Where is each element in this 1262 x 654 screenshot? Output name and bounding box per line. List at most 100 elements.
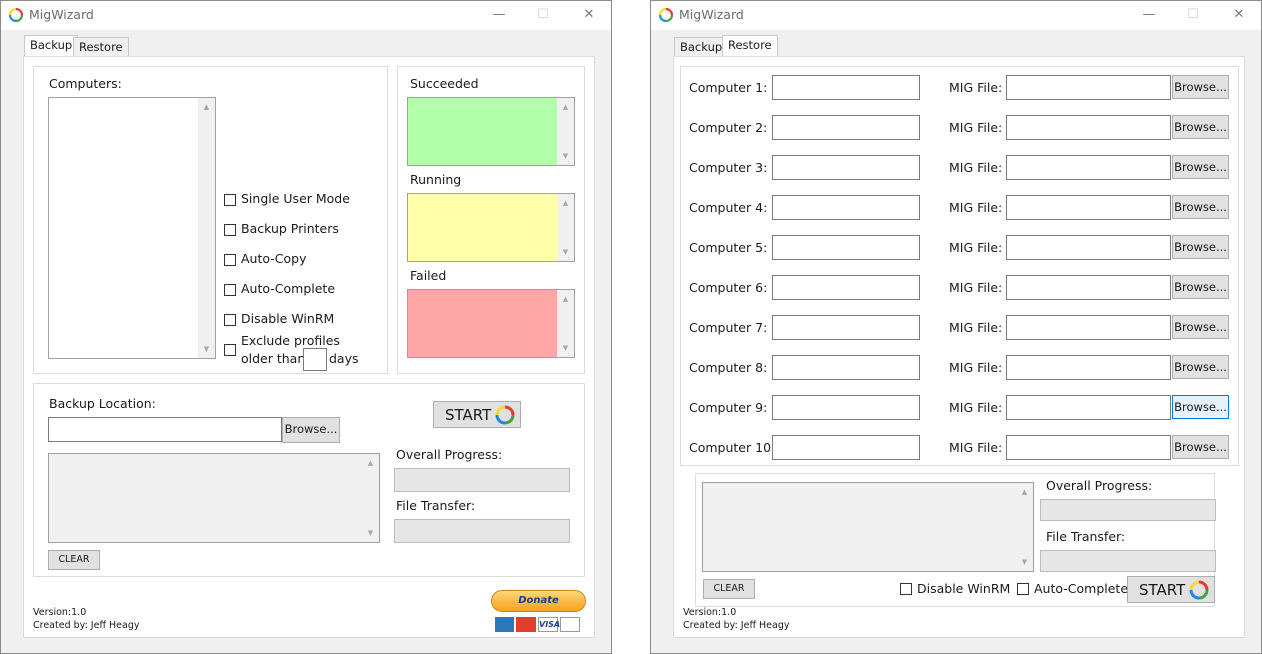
title-bar[interactable]: MigWizard — ☐ ✕	[1, 1, 611, 30]
tab-backup[interactable]: Backup	[24, 35, 79, 57]
mig-file-input[interactable]	[1006, 315, 1171, 340]
start-label: START	[445, 406, 492, 424]
computer-input[interactable]	[772, 115, 920, 140]
discover-logo-icon	[560, 617, 580, 632]
minimize-icon[interactable]: —	[489, 6, 509, 24]
start-button[interactable]: START	[1127, 576, 1215, 603]
browse-button[interactable]: Browse...	[282, 417, 340, 443]
scrollbar[interactable]: ▲ ▼	[557, 290, 574, 357]
computer-label: Computer 6:	[689, 280, 768, 295]
computer-input[interactable]	[772, 155, 920, 180]
restore-tab-panel: Computer 1: MIG File: Browse... Computer 2:…	[673, 56, 1245, 638]
browse-button[interactable]: Browse...	[1172, 275, 1229, 299]
mig-file-input[interactable]	[1006, 75, 1171, 100]
mig-file-input[interactable]	[1006, 395, 1171, 420]
mig-file-input[interactable]	[1006, 355, 1171, 380]
backup-location-input[interactable]	[48, 417, 282, 442]
auto-copy-checkbox[interactable]	[224, 254, 236, 266]
auto-complete-checkbox[interactable]	[224, 284, 236, 296]
running-label: Running	[410, 172, 462, 187]
overall-progress-bar	[394, 468, 570, 492]
backup-printers-checkbox[interactable]	[224, 224, 236, 236]
computers-list[interactable]: ▲ ▼	[48, 97, 216, 359]
computer-input[interactable]	[772, 275, 920, 300]
exclude-profiles-checkbox[interactable]	[224, 344, 236, 356]
disable-winrm-checkbox[interactable]	[900, 583, 912, 595]
restore-row: Computer 4: MIG File: Browse...	[681, 195, 1238, 221]
scrollbar[interactable]: ▲ ▼	[557, 194, 574, 261]
tab-restore[interactable]: Restore	[73, 37, 129, 57]
mig-file-input[interactable]	[1006, 275, 1171, 300]
computer-label: Computer 5:	[689, 240, 768, 255]
browse-button[interactable]: Browse...	[1172, 435, 1229, 459]
restore-window: MigWizard — ☐ ✕ Backup Restore Computer …	[650, 0, 1262, 654]
mig-file-label: MIG File:	[949, 160, 1003, 175]
mig-file-input[interactable]	[1006, 235, 1171, 260]
single-user-mode-checkbox[interactable]	[224, 194, 236, 206]
days-label: days	[329, 351, 359, 366]
mig-file-input[interactable]	[1006, 155, 1171, 180]
scrollbar[interactable]: ▲ ▼	[1016, 483, 1033, 571]
scrollbar[interactable]: ▲ ▼	[557, 98, 574, 165]
browse-button[interactable]: Browse...	[1172, 355, 1229, 379]
minimize-icon[interactable]: —	[1139, 6, 1159, 24]
refresh-cycle-icon	[495, 405, 515, 425]
computer-input[interactable]	[772, 395, 920, 420]
exclude-days-input[interactable]	[303, 348, 327, 371]
scrollbar[interactable]: ▲ ▼	[362, 454, 379, 542]
mig-file-input[interactable]	[1006, 115, 1171, 140]
succeeded-list[interactable]: ▲ ▼	[407, 97, 575, 166]
restore-row: Computer 5: MIG File: Browse...	[681, 235, 1238, 261]
window-title: MigWizard	[29, 7, 94, 22]
restore-log-box[interactable]: ▲ ▼	[702, 482, 1034, 572]
running-list[interactable]: ▲ ▼	[407, 193, 575, 262]
computer-input[interactable]	[772, 235, 920, 260]
mig-file-input[interactable]	[1006, 435, 1171, 460]
backup-log-box[interactable]: ▲ ▼	[48, 453, 380, 543]
computer-input[interactable]	[772, 435, 920, 460]
failed-label: Failed	[410, 268, 447, 283]
auto-complete-checkbox[interactable]	[1017, 583, 1029, 595]
computer-label: Computer 9:	[689, 400, 768, 415]
browse-button[interactable]: Browse...	[1172, 315, 1229, 339]
backup-location-group: Backup Location: Browse... START ▲ ▼ Over…	[33, 383, 585, 577]
browse-button[interactable]: Browse...	[1172, 235, 1229, 259]
maximize-icon[interactable]: ☐	[1183, 6, 1203, 24]
app-icon	[9, 8, 23, 22]
clear-button[interactable]: CLEAR	[48, 550, 100, 570]
browse-button[interactable]: Browse...	[1172, 395, 1229, 419]
close-icon[interactable]: ✕	[1229, 6, 1249, 24]
browse-button[interactable]: Browse...	[1172, 115, 1229, 139]
computer-input[interactable]	[772, 75, 920, 100]
file-transfer-progress-bar	[394, 519, 570, 543]
computer-input[interactable]	[772, 355, 920, 380]
mig-file-label: MIG File:	[949, 80, 1003, 95]
backup-location-label: Backup Location:	[49, 396, 156, 411]
browse-button[interactable]: Browse...	[1172, 75, 1229, 99]
start-button[interactable]: START	[433, 401, 521, 428]
exclude-profiles-label: Exclude profiles	[241, 333, 340, 348]
title-bar[interactable]: MigWizard — ☐ ✕	[651, 1, 1261, 30]
tab-backup[interactable]: Backup	[674, 37, 729, 57]
mig-file-label: MIG File:	[949, 400, 1003, 415]
failed-list[interactable]: ▲ ▼	[407, 289, 575, 358]
mig-file-label: MIG File:	[949, 440, 1003, 455]
browse-button[interactable]: Browse...	[1172, 195, 1229, 219]
computer-input[interactable]	[772, 315, 920, 340]
mig-file-label: MIG File:	[949, 120, 1003, 135]
window-title: MigWizard	[679, 7, 744, 22]
disable-winrm-checkbox[interactable]	[224, 314, 236, 326]
close-icon[interactable]: ✕	[579, 6, 599, 24]
clear-button[interactable]: CLEAR	[703, 579, 755, 599]
version-label: Version:1.0	[33, 607, 87, 618]
mig-file-input[interactable]	[1006, 195, 1171, 220]
maximize-icon[interactable]: ☐	[533, 6, 553, 24]
tab-restore[interactable]: Restore	[722, 35, 778, 57]
scrollbar[interactable]: ▲ ▼	[198, 98, 215, 358]
donate-button[interactable]: Donate	[491, 590, 586, 612]
restore-row: Computer 1: MIG File: Browse...	[681, 75, 1238, 101]
computers-group: Computers: ▲ ▼ Single User Mode Backup Pr…	[33, 66, 388, 374]
computer-input[interactable]	[772, 195, 920, 220]
older-than-label: older than	[241, 351, 306, 366]
browse-button[interactable]: Browse...	[1172, 155, 1229, 179]
